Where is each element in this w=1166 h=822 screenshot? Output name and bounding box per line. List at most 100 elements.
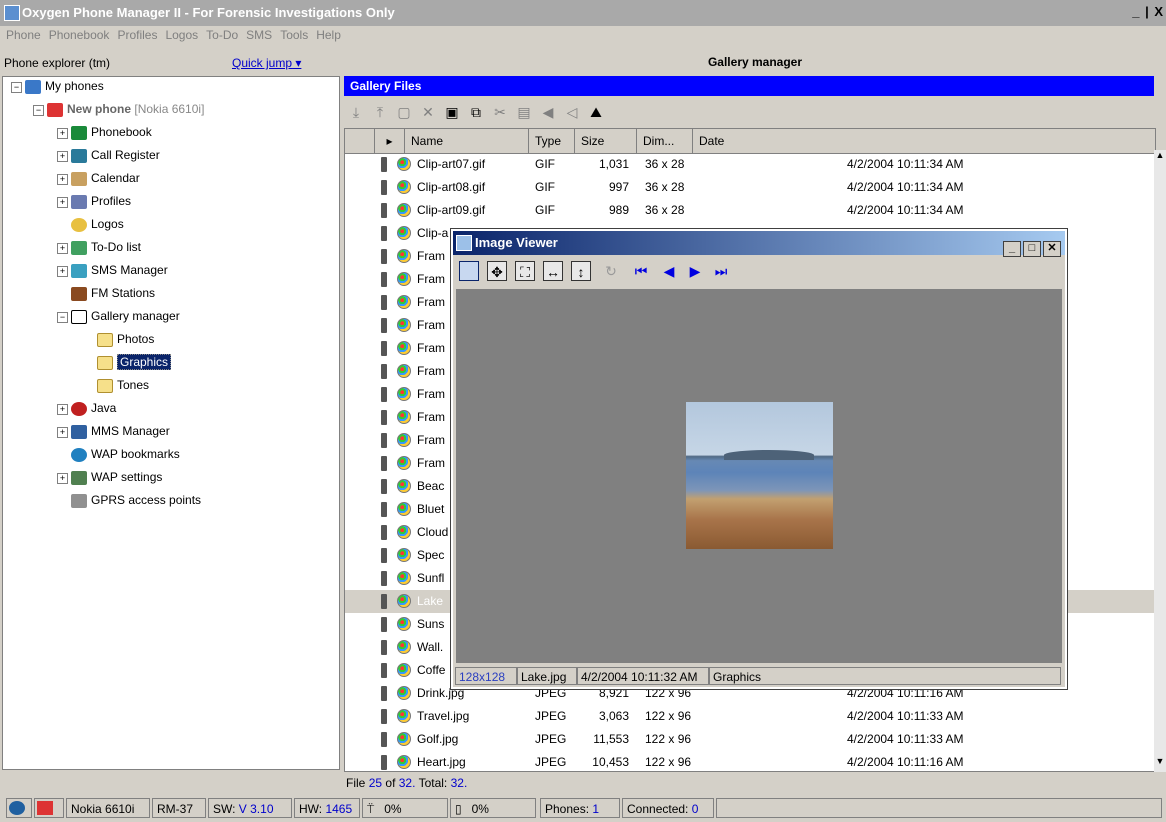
download-icon[interactable]: ⤓ [347,104,365,120]
close-icon[interactable]: ✕ [1043,241,1061,257]
cell-name: Fram [417,433,445,447]
fit-width-icon[interactable]: ↔ [543,261,563,281]
vertical-scrollbar[interactable]: ▲ ▼ [1154,150,1166,772]
tree-item-wap-settings[interactable]: WAP settings [71,468,162,486]
phone-storage-icon [381,571,387,586]
phone-model: Nokia 6610i [66,798,150,818]
play-icon[interactable]: ◀ [539,104,557,120]
table-row[interactable]: Clip-art07.gif GIF 1,031 36 x 28 4/2/2004 10… [345,153,1155,176]
collapse-icon[interactable]: − [11,82,22,93]
quick-jump-link[interactable]: Quick jump ▾ [232,56,301,70]
image-file-icon [397,157,411,171]
folder-icon [97,332,113,347]
scroll-down-icon[interactable]: ▼ [1154,756,1166,770]
tree-item-java[interactable]: Java [71,399,116,417]
tree-item-my-phones[interactable]: My phones [25,77,104,95]
tree-item-gprs[interactable]: GPRS access points [71,491,201,509]
menu-help[interactable]: Help [312,26,345,42]
image-viewer-window[interactable]: Image Viewer _ □ ✕ ✥ ⛶ ↔ ↕ ↻ ⏮ ◀ ▶ ⏭ 128x1… [450,228,1068,690]
battery-icon: ▯ [455,802,462,816]
normal-size-icon[interactable] [459,261,479,281]
next-image-icon[interactable]: ▶ [685,261,705,281]
cell-type: JPEG [535,732,567,746]
paste-icon[interactable]: ▤ [515,104,533,120]
maximize-icon[interactable]: □ [1023,241,1041,257]
phone-storage-icon [381,686,387,701]
table-row[interactable]: Travel.jpg JPEG 3,063 122 x 96 4/2/2004 10:1… [345,705,1155,728]
tree-item-call-register[interactable]: Call Register [71,146,160,164]
last-image-icon[interactable]: ⏭ [711,261,731,281]
column-size[interactable]: Size [575,129,637,153]
phone-storage-icon [381,525,387,540]
tree-item-tones[interactable]: Tones [97,376,149,394]
connect-icon[interactable] [6,798,32,818]
zoom-in-icon[interactable]: ✥ [487,261,507,281]
cell-name: Beac [417,479,445,493]
menu-todo[interactable]: To-Do [202,26,242,42]
menu-phone[interactable]: Phone [0,26,45,42]
tree-item-new-phone[interactable]: New phone [Nokia 6610i] [47,100,204,118]
scroll-up-icon[interactable]: ▲ [1154,150,1166,164]
tree-item-logos[interactable]: Logos [71,215,124,233]
cell-type: JPEG [535,755,567,769]
rotate-icon[interactable]: ↻ [601,261,621,281]
phone-storage-icon [381,594,387,609]
menu-tools[interactable]: Tools [276,26,312,42]
menu-phonebook[interactable]: Phonebook [45,26,114,42]
cell-name: Spec [417,548,445,562]
view-image-icon[interactable]: ⛰ [587,104,605,120]
minimize-icon[interactable]: _ [1003,241,1021,257]
column-name[interactable]: Name [405,129,529,153]
disconnect-icon[interactable] [34,798,64,818]
phone-storage-icon [381,410,387,425]
tree-item-photos[interactable]: Photos [97,330,154,348]
menu-profiles[interactable]: Profiles [113,26,161,42]
gallery-manager-header: Gallery manager [707,55,803,69]
table-row[interactable]: Heart.jpg JPEG 10,453 122 x 96 4/2/2004 10:1… [345,751,1155,771]
table-row[interactable]: Clip-art08.gif GIF 997 36 x 28 4/2/2004 10:1… [345,176,1155,199]
table-row[interactable]: Clip-art09.gif GIF 989 36 x 28 4/2/2004 10:1… [345,199,1155,222]
fit-window-icon[interactable]: ⛶ [515,261,535,281]
copy-icon[interactable]: ⧉ [467,104,485,120]
new-icon[interactable]: ▢ [395,104,413,120]
collapse-icon[interactable]: − [33,105,44,116]
previous-image-icon[interactable]: ◀ [659,261,679,281]
menu-logos[interactable]: Logos [161,26,202,42]
cell-name: Lake [417,594,444,608]
cell-name: Clip-art07.gif [417,157,486,171]
cut-icon[interactable]: ✂ [491,104,509,120]
window-controls[interactable]: _ | X [1132,4,1164,19]
tree-item-calendar[interactable]: Calendar [71,169,140,187]
phone-storage-icon [381,456,387,471]
menu-sms[interactable]: SMS [242,26,276,42]
image-date: 4/2/2004 10:11:32 AM [577,667,709,685]
save-icon[interactable]: ▣ [443,104,461,120]
upload-icon[interactable]: ⤒ [371,104,389,120]
column-type[interactable]: Type [529,129,575,153]
delete-icon[interactable]: ✕ [419,104,437,120]
tree-item-fm-stations[interactable]: FM Stations [71,284,155,302]
phone-storage-icon [381,387,387,402]
fit-height-icon[interactable]: ↕ [571,261,591,281]
table-row[interactable]: Golf.jpg JPEG 11,553 122 x 96 4/2/2004 10:11… [345,728,1155,751]
cell-name: Clip-art08.gif [417,180,486,194]
todo-icon [71,240,87,255]
radio-icon [71,286,87,301]
column-date[interactable]: Date [693,129,1155,153]
first-image-icon[interactable]: ⏮ [631,261,651,281]
tree-item-gallery-manager[interactable]: Gallery manager [71,307,180,325]
phone-explorer-panel: Phone explorer (tm) Quick jump ▾ − My ph… [0,48,342,776]
stop-icon[interactable]: ◁ [563,104,581,120]
phone-storage-icon [381,755,387,770]
column-dimensions[interactable]: Dim... [637,129,693,153]
tree-item-graphics[interactable]: Graphics [97,353,172,371]
tree-item-wap-bookmarks[interactable]: WAP bookmarks [71,445,180,463]
title-bar: Oxygen Phone Manager II - For Forensic I… [0,0,1166,26]
tree-item-todo-list[interactable]: To-Do list [71,238,141,256]
tree-item-sms-manager[interactable]: SMS Manager [71,261,168,279]
image-viewer-titlebar[interactable]: Image Viewer _ □ ✕ [453,231,1065,257]
tree-item-profiles[interactable]: Profiles [71,192,131,210]
tree-item-phonebook[interactable]: Phonebook [71,123,152,141]
status-bar: Nokia 6610i RM-37 SW: V 3.10 HW: 1465 ⍡ … [0,796,1166,822]
tree-item-mms-manager[interactable]: MMS Manager [71,422,170,440]
